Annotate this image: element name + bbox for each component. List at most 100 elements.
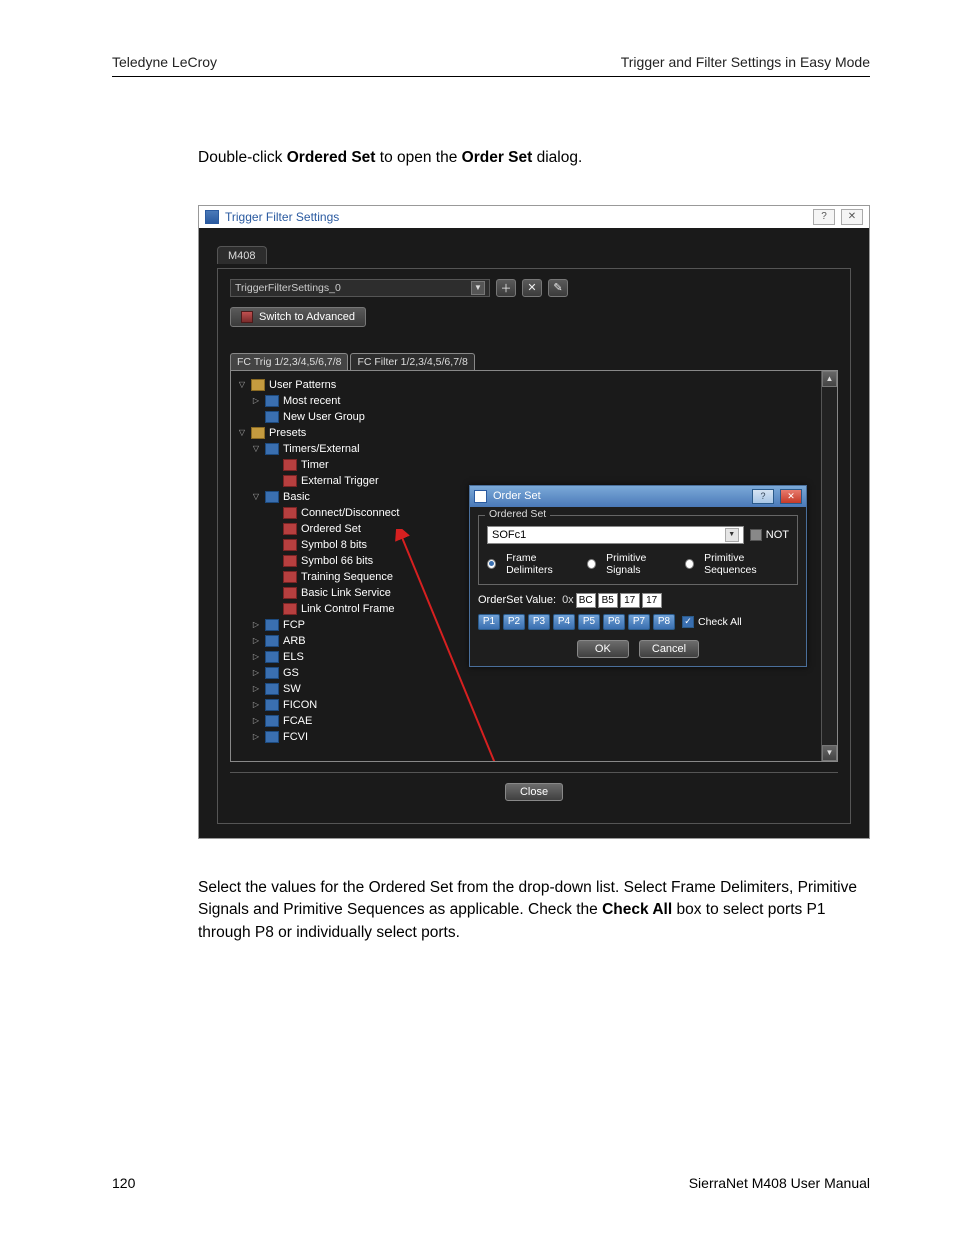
dialog-titlebar: Order Set ? ✕ — [470, 486, 806, 507]
leaf-icon — [283, 603, 297, 615]
radio-label-a: Frame Delimiters — [506, 552, 577, 576]
hex-byte-2[interactable]: 17 — [620, 593, 640, 608]
radio-primitive-signals[interactable] — [587, 559, 596, 569]
dialog-close-button[interactable]: ✕ — [780, 489, 802, 504]
port-p6[interactable]: P6 — [603, 614, 625, 630]
hex-byte-3[interactable]: 17 — [642, 593, 662, 608]
window-title: Trigger Filter Settings — [225, 210, 339, 224]
inner-panel: TriggerFilterSettings_0 ▼ ＋ ✕ ✎ Switch t… — [217, 268, 851, 824]
dialog-title: Order Set — [493, 490, 541, 502]
tree-most-recent[interactable]: ▷Most recent — [235, 393, 837, 409]
folder-icon — [265, 683, 279, 695]
outro-text: Select the values for the Ordered Set fr… — [198, 877, 878, 944]
app-icon — [205, 210, 219, 224]
intro-bold-1: Ordered Set — [287, 149, 376, 166]
settings-name-combo[interactable]: TriggerFilterSettings_0 ▼ — [230, 279, 490, 297]
radio-label-b: Primitive Signals — [606, 552, 675, 576]
ordered-set-group: Ordered Set SOFc1 ▼ NOT — [478, 515, 798, 585]
leaf-icon — [283, 555, 297, 567]
chevron-down-icon[interactable]: ▼ — [725, 528, 739, 542]
leaf-icon — [283, 475, 297, 487]
add-button[interactable]: ＋ — [496, 279, 516, 297]
tree-ficon[interactable]: ▷FICON — [235, 697, 837, 713]
checkbox-icon: ✓ — [682, 616, 694, 628]
folder-icon — [265, 491, 279, 503]
delete-button[interactable]: ✕ — [522, 279, 542, 297]
switch-icon — [241, 311, 253, 323]
combo-value: SOFc1 — [492, 529, 526, 541]
port-p7[interactable]: P7 — [628, 614, 650, 630]
check-all[interactable]: ✓ Check All — [682, 616, 742, 628]
tree-user-patterns[interactable]: ▽User Patterns — [235, 377, 837, 393]
tree-panel: ▽User Patterns ▷Most recent New User Gro… — [230, 370, 838, 762]
tab-fc-trig[interactable]: FC Trig 1/2,3/4,5/6,7/8 — [230, 353, 348, 370]
close-button[interactable]: ✕ — [841, 209, 863, 225]
radio-frame-delimiters[interactable] — [487, 559, 496, 569]
folder-icon — [265, 635, 279, 647]
tree-timers-external[interactable]: ▽Timers/External — [235, 441, 837, 457]
folder-icon — [265, 651, 279, 663]
order-set-dialog: Order Set ? ✕ Ordered Set SOFc1 ▼ — [469, 485, 807, 667]
ok-button[interactable]: OK — [577, 640, 629, 658]
port-p3[interactable]: P3 — [528, 614, 550, 630]
folder-icon — [265, 731, 279, 743]
port-p5[interactable]: P5 — [578, 614, 600, 630]
checkbox-icon — [750, 529, 762, 541]
leaf-icon — [283, 571, 297, 583]
radio-primitive-sequences[interactable] — [685, 559, 694, 569]
tree-timer[interactable]: Timer — [235, 457, 837, 473]
dialog-icon — [474, 490, 487, 503]
help-button[interactable]: ? — [813, 209, 835, 225]
scroll-down-icon[interactable]: ▼ — [822, 745, 837, 761]
header-left: Teledyne LeCroy — [112, 54, 217, 70]
port-p8[interactable]: P8 — [653, 614, 675, 630]
leaf-icon — [283, 539, 297, 551]
tree-gs[interactable]: ▷GS — [235, 665, 837, 681]
page-number: 120 — [112, 1175, 135, 1191]
folder-icon — [265, 443, 279, 455]
folder-icon — [265, 395, 279, 407]
hex-prefix: 0x — [562, 594, 574, 606]
manual-name: SierraNet M408 User Manual — [689, 1175, 870, 1191]
ordered-set-combo[interactable]: SOFc1 ▼ — [487, 526, 744, 544]
tree-fcae[interactable]: ▷FCAE — [235, 713, 837, 729]
chevron-down-icon[interactable]: ▼ — [471, 281, 485, 295]
tab-fc-filter[interactable]: FC Filter 1/2,3/4,5/6,7/8 — [350, 353, 474, 370]
close-main-button[interactable]: Close — [505, 783, 563, 801]
port-p1[interactable]: P1 — [478, 614, 500, 630]
check-all-label: Check All — [698, 616, 742, 628]
settings-name-label: TriggerFilterSettings_0 — [235, 282, 341, 294]
folder-icon — [265, 619, 279, 631]
dialog-help-button[interactable]: ? — [752, 489, 774, 504]
orderset-value-label: OrderSet Value: — [478, 594, 556, 606]
tree-fcvi[interactable]: ▷FCVI — [235, 729, 837, 745]
folder-icon — [265, 699, 279, 711]
not-checkbox[interactable]: NOT — [750, 529, 789, 541]
leaf-icon — [283, 459, 297, 471]
port-p2[interactable]: P2 — [503, 614, 525, 630]
leaf-icon — [283, 587, 297, 599]
outro-bold: Check All — [602, 901, 672, 918]
tab-m408[interactable]: M408 — [217, 246, 267, 264]
hex-byte-1[interactable]: B5 — [598, 593, 618, 608]
scrollbar[interactable]: ▲ ▼ — [821, 371, 837, 761]
edit-button[interactable]: ✎ — [548, 279, 568, 297]
folder-icon — [265, 411, 279, 423]
intro-post: dialog. — [532, 149, 582, 166]
not-label: NOT — [766, 529, 789, 541]
port-p4[interactable]: P4 — [553, 614, 575, 630]
screenshot: Trigger Filter Settings ? ✕ M408 Trigger… — [198, 205, 870, 839]
window-titlebar: Trigger Filter Settings ? ✕ — [199, 206, 869, 228]
folder-icon — [251, 427, 265, 439]
cancel-button[interactable]: Cancel — [639, 640, 699, 658]
leaf-icon — [283, 523, 297, 535]
header-rule — [112, 76, 870, 77]
scroll-up-icon[interactable]: ▲ — [822, 371, 837, 387]
tree-new-user-group[interactable]: New User Group — [235, 409, 837, 425]
radio-label-c: Primitive Sequences — [704, 552, 789, 576]
tree-sw[interactable]: ▷SW — [235, 681, 837, 697]
hex-byte-0[interactable]: BC — [576, 593, 596, 608]
tree-presets[interactable]: ▽Presets — [235, 425, 837, 441]
intro-mid: to open the — [375, 149, 461, 166]
switch-to-advanced-button[interactable]: Switch to Advanced — [230, 307, 366, 327]
